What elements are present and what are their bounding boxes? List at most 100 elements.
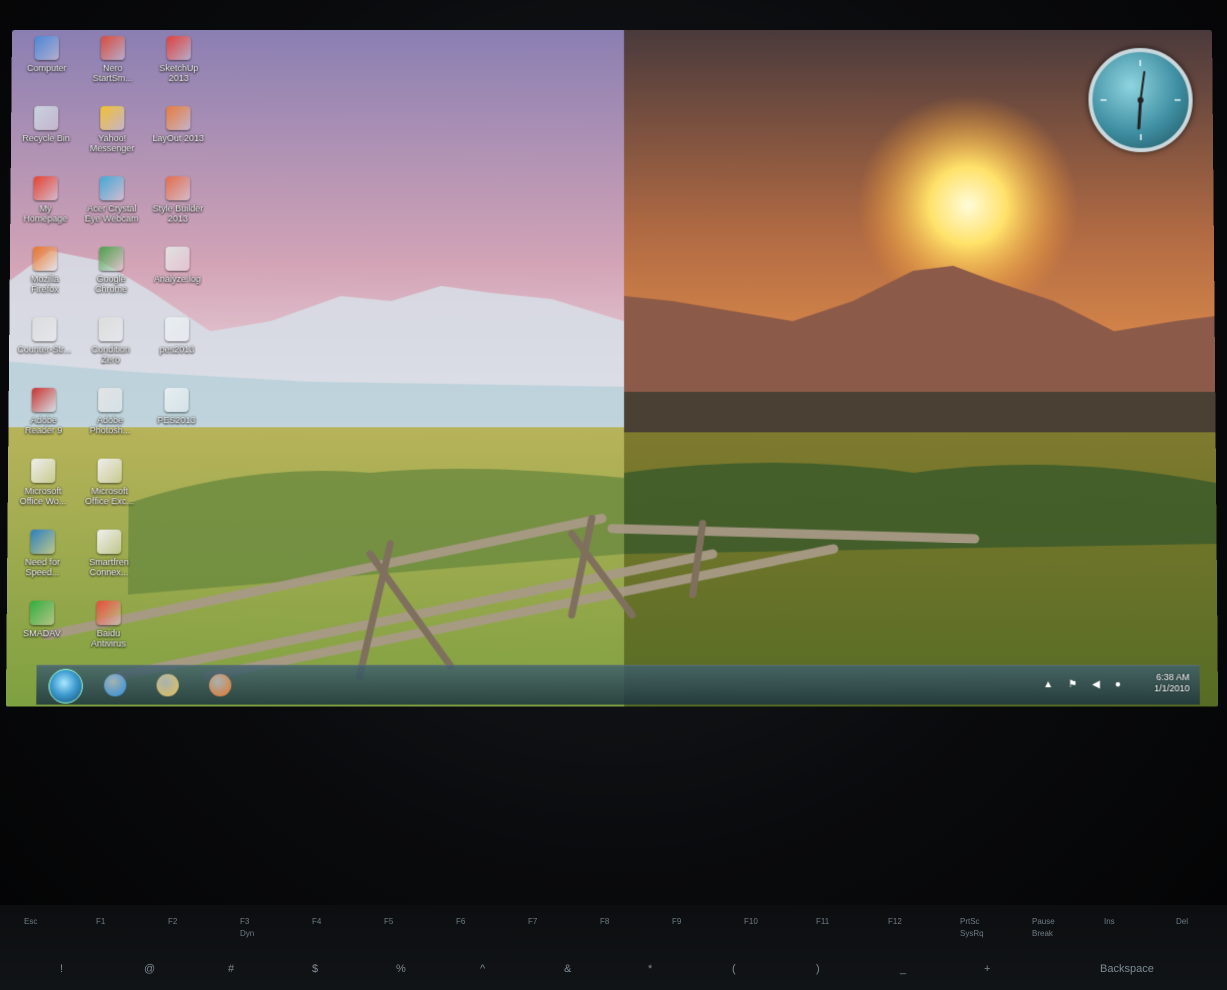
desktop-icon-label: Style Builder 2013 bbox=[152, 203, 204, 224]
desktop-icon-label: SketchUp 2013 bbox=[159, 63, 199, 84]
desktop-icon-nfs[interactable]: Need for Speed... bbox=[11, 529, 74, 577]
document-icon bbox=[97, 458, 122, 483]
desktop-icon-label: Condition Zero bbox=[91, 344, 130, 365]
key-symbol[interactable]: % bbox=[396, 963, 406, 975]
layout-icon bbox=[166, 106, 191, 131]
key-f11[interactable]: F11 bbox=[816, 917, 829, 926]
key-f7[interactable]: F7 bbox=[528, 917, 537, 926]
key-f2[interactable]: F2 bbox=[168, 917, 177, 926]
firefox-icon bbox=[32, 246, 58, 271]
pes-icon bbox=[164, 317, 190, 342]
key-symbol[interactable]: + bbox=[984, 963, 990, 975]
photoshop-icon bbox=[98, 387, 123, 413]
pes-icon bbox=[164, 387, 189, 413]
taskbar-firefox-button[interactable] bbox=[206, 671, 234, 700]
clock-gadget[interactable] bbox=[1088, 48, 1194, 153]
laptop-keyboard: Esc F1 F2 F3 Dyn F4 F5 F6 F7 F8 F9 F10 F11 F12 PrtSc Sy… bbox=[0, 905, 1227, 990]
desktop-icon-label: Google Chrome bbox=[94, 273, 128, 294]
baidu-antivirus-icon bbox=[96, 600, 121, 626]
key-f4[interactable]: F4 bbox=[312, 917, 321, 926]
key-esc[interactable]: Esc bbox=[24, 917, 37, 926]
key-f5[interactable]: F5 bbox=[384, 917, 393, 926]
desktop-icon-photoshop[interactable]: Adobe Photosh... bbox=[79, 387, 142, 435]
smadav-icon bbox=[29, 600, 55, 626]
key-symbol[interactable]: $ bbox=[312, 963, 318, 975]
document-icon bbox=[31, 458, 56, 483]
desktop-icon-acer[interactable]: Acer Crystal Eye Webcam bbox=[80, 176, 143, 224]
key-symbol[interactable]: ) bbox=[816, 963, 820, 975]
desktop-icon-layout[interactable]: LayOut 2013 bbox=[147, 106, 209, 143]
desktop-icon-yahoo[interactable]: Yahoo! Messenger bbox=[81, 106, 143, 153]
desktop-icon-label: Mozilla Firefox bbox=[30, 273, 59, 294]
desktop-icon-pes2013a[interactable]: pes2013 bbox=[146, 317, 209, 354]
desktop-icon-nero[interactable]: Nero StartSm... bbox=[82, 35, 144, 84]
nero-icon bbox=[100, 35, 125, 61]
taskbar-time: 6:38 AM bbox=[1156, 671, 1190, 683]
homepage-icon bbox=[33, 176, 58, 201]
log-file-icon bbox=[165, 246, 190, 271]
key-f3[interactable]: F3 bbox=[240, 917, 249, 926]
adobe-reader-icon bbox=[31, 387, 57, 413]
desktop-icon-msword[interactable]: Microsoft Office Wo... bbox=[12, 458, 75, 506]
key-f8[interactable]: F8 bbox=[600, 917, 609, 926]
key-symbol[interactable]: ^ bbox=[480, 963, 485, 975]
desktop-icon-label: Recycle Bin bbox=[22, 133, 70, 144]
style-builder-icon bbox=[165, 176, 191, 201]
desktop-icon-label: Computer bbox=[26, 63, 67, 74]
desktop-icon-computer[interactable]: Computer bbox=[16, 35, 78, 74]
desktop-icon-label: PES2013 bbox=[157, 415, 196, 426]
need-for-speed-icon bbox=[30, 529, 55, 554]
desktop-icon-adobereader[interactable]: Adobe Reader 9 bbox=[12, 387, 75, 435]
desktop-icon-sketchup[interactable]: SketchUp 2013 bbox=[148, 35, 210, 84]
key-f1[interactable]: F1 bbox=[96, 917, 105, 926]
key-pause[interactable]: Pause bbox=[1032, 917, 1055, 926]
desktop-icon-firefox[interactable]: Mozilla Firefox bbox=[14, 246, 77, 294]
key-symbol[interactable]: _ bbox=[900, 963, 906, 975]
key-symbol[interactable]: ! bbox=[60, 963, 63, 975]
computer-icon bbox=[34, 35, 59, 61]
taskbar-internet-explorer-button[interactable] bbox=[101, 671, 129, 700]
desktop-icon-label: Microsoft Office Exc... bbox=[85, 485, 134, 507]
key-symbol[interactable]: @ bbox=[144, 963, 155, 975]
clock-face-icon bbox=[1092, 59, 1189, 148]
desktop-icon-chrome[interactable]: Google Chrome bbox=[80, 246, 143, 294]
key-f10[interactable]: F10 bbox=[744, 917, 758, 926]
desktop-icon-baidu[interactable]: Baidu Antivirus bbox=[77, 600, 140, 649]
key-symbol[interactable]: Backspace bbox=[1100, 963, 1154, 975]
desktop-icon-myhomepage[interactable]: My Homepage bbox=[14, 176, 77, 224]
desktop-icon-pes2013b[interactable]: PES2013 bbox=[145, 387, 208, 426]
key-ins[interactable]: Ins bbox=[1104, 917, 1115, 926]
yahoo-messenger-icon bbox=[100, 106, 125, 131]
key-symbol[interactable]: ( bbox=[732, 963, 736, 975]
key-f9[interactable]: F9 bbox=[672, 917, 681, 926]
desktop-icon-label: Baidu Antivirus bbox=[90, 628, 126, 649]
desktop-icon-smadav[interactable]: SMADAV bbox=[11, 600, 74, 638]
key-symbol[interactable]: # bbox=[228, 963, 234, 975]
taskbar-clock[interactable]: 6:38 AM 1/1/2010 bbox=[1154, 672, 1190, 694]
key-prtsc[interactable]: PrtSc bbox=[960, 917, 980, 926]
system-tray-icons[interactable]: ▲ ⚑ ◀ ● bbox=[1043, 679, 1127, 690]
desktop-icon-label: Nero StartSm... bbox=[92, 63, 133, 84]
desktop-icon-stylebuilder[interactable]: Style Builder 2013 bbox=[147, 176, 209, 224]
taskbar: ▲ ⚑ ◀ ● 6:38 AM 1/1/2010 bbox=[36, 664, 1200, 705]
taskbar-folder-button[interactable] bbox=[153, 671, 181, 700]
sketchup-icon bbox=[166, 35, 191, 61]
desktop-icon-recycle[interactable]: Recycle Bin bbox=[15, 106, 77, 143]
key-del[interactable]: Del bbox=[1176, 917, 1188, 926]
key-symbol[interactable]: * bbox=[648, 963, 652, 975]
desktop-icon-label: pes2013 bbox=[159, 344, 195, 355]
desktop-icon-label: Smartfren Connex... bbox=[89, 557, 129, 578]
key-f6[interactable]: F6 bbox=[456, 917, 465, 926]
desktop-icon-label: My Homepage bbox=[23, 203, 68, 224]
key-sublabel: Dyn bbox=[240, 929, 255, 938]
desktop-icon-counterstrike[interactable]: Counter-Str... bbox=[13, 317, 76, 354]
key-f12[interactable]: F12 bbox=[888, 917, 902, 926]
desktop-icon-smartfren[interactable]: Smartfren Connex... bbox=[78, 529, 141, 578]
key-symbol[interactable]: & bbox=[564, 963, 571, 975]
desktop-icon-msexcel[interactable]: Microsoft Office Exc... bbox=[78, 458, 141, 507]
desktop-icon-analyzelog[interactable]: Analyze.log bbox=[146, 246, 208, 284]
desktop-icon-condition[interactable]: Condition Zero bbox=[79, 317, 142, 365]
folder-icon bbox=[156, 674, 179, 697]
webcam-icon bbox=[99, 176, 124, 201]
start-button[interactable] bbox=[48, 668, 83, 704]
